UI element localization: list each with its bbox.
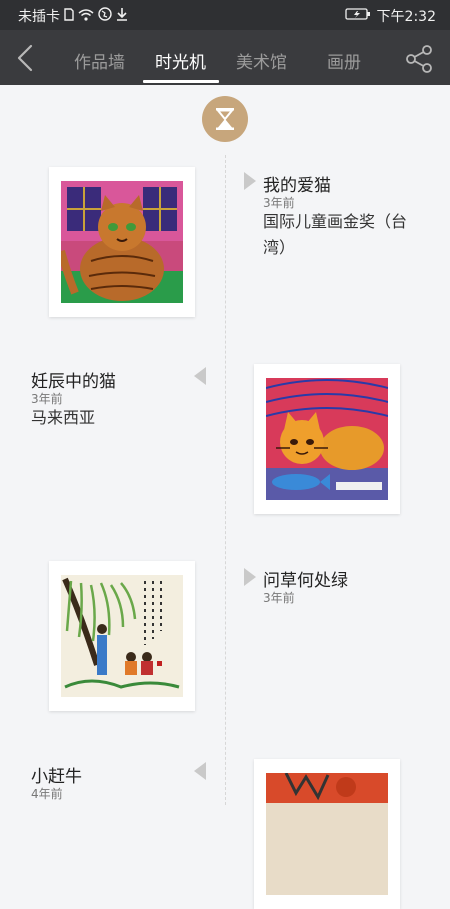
artwork-card[interactable] xyxy=(254,759,400,909)
artwork-grass-green xyxy=(61,575,183,697)
sim-icon xyxy=(64,7,74,25)
artwork-card[interactable] xyxy=(49,561,195,711)
status-right: 下午2:32 xyxy=(344,6,436,26)
battery-icon xyxy=(344,7,371,25)
globe-icon xyxy=(98,7,112,25)
artwork-title[interactable]: 妊辰中的猫 xyxy=(31,367,116,392)
tab-gallery[interactable]: 美术馆 xyxy=(236,48,287,73)
tab-time-machine[interactable]: 时光机 xyxy=(155,48,206,73)
artwork-card[interactable] xyxy=(254,364,400,514)
arrow-right-icon xyxy=(244,172,256,190)
timeline-content[interactable]: 我的爱猫 3年前 国际儿童画金奖（台湾） 妊辰中的猫 3年前 马来西亚 问草何处… xyxy=(0,85,450,909)
back-button[interactable] xyxy=(10,42,42,74)
chevron-left-icon xyxy=(17,44,33,72)
artwork-title[interactable]: 问草何处绿 xyxy=(263,566,348,591)
artwork-my-cat xyxy=(61,181,183,303)
share-button[interactable] xyxy=(404,44,434,74)
status-bar: 未插卡 下午2:32 xyxy=(0,0,450,30)
active-tab-indicator xyxy=(143,80,219,83)
artwork-time: 4年前 xyxy=(31,787,63,801)
hourglass-icon[interactable] xyxy=(202,96,248,142)
status-left: 未插卡 xyxy=(18,6,128,26)
arrow-left-icon xyxy=(194,367,206,385)
wifi-icon xyxy=(78,8,94,25)
artwork-title[interactable]: 我的爱猫 xyxy=(263,171,331,196)
artwork-pregnant-cat xyxy=(266,378,388,500)
tab-album[interactable]: 画册 xyxy=(327,48,361,73)
tab-works-wall[interactable]: 作品墙 xyxy=(74,48,125,73)
clock-text: 下午2:32 xyxy=(376,9,436,25)
share-icon xyxy=(406,45,432,73)
carrier-text: 未插卡 xyxy=(18,9,60,25)
nav-bar: 作品墙 时光机 美术馆 画册 xyxy=(0,30,450,85)
arrow-left-icon xyxy=(194,762,206,780)
artwork-desc: 国际儿童画金奖（台湾） xyxy=(263,212,408,257)
download-icon xyxy=(116,7,128,25)
arrow-right-icon xyxy=(244,568,256,586)
artwork-time: 3年前 xyxy=(263,591,295,605)
artwork-title[interactable]: 小赶牛 xyxy=(31,762,82,787)
timeline-divider xyxy=(225,155,226,805)
artwork-card[interactable] xyxy=(49,167,195,317)
artwork-little-ox xyxy=(266,773,388,895)
artwork-desc: 马来西亚 xyxy=(31,408,96,427)
